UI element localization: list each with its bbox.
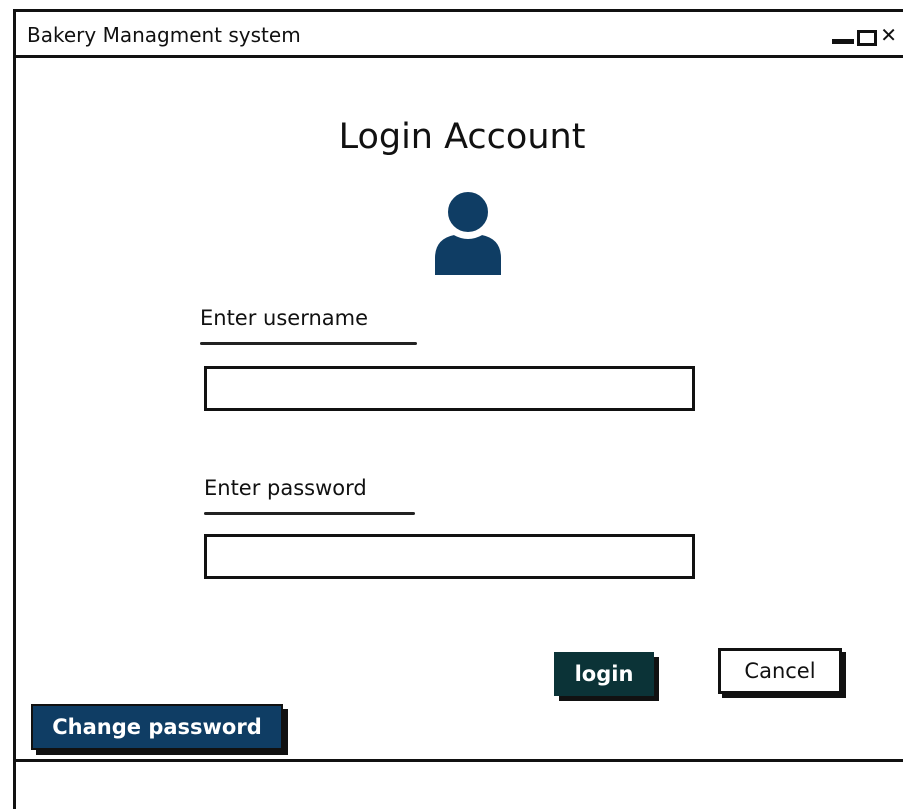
username-label: Enter username bbox=[200, 306, 369, 330]
change-password-button[interactable]: Change password bbox=[31, 704, 283, 750]
username-input[interactable] bbox=[204, 366, 695, 411]
minimize-icon[interactable] bbox=[832, 39, 855, 44]
cancel-button[interactable]: Cancel bbox=[718, 648, 842, 694]
app-window: Bakery Managment system ✕ Login Account … bbox=[13, 9, 903, 809]
title-bar: Bakery Managment system ✕ bbox=[16, 12, 903, 58]
status-bar bbox=[16, 759, 903, 762]
page-title: Login Account bbox=[338, 117, 586, 157]
close-icon[interactable]: ✕ bbox=[880, 24, 897, 46]
user-avatar-icon bbox=[433, 190, 503, 276]
login-button[interactable]: login bbox=[554, 652, 654, 696]
username-label-underline bbox=[200, 342, 417, 345]
password-label: Enter password bbox=[204, 476, 367, 500]
window-title: Bakery Managment system bbox=[27, 23, 301, 47]
window-controls: ✕ bbox=[832, 24, 897, 46]
maximize-icon[interactable] bbox=[857, 30, 878, 46]
password-input[interactable] bbox=[204, 534, 695, 579]
password-label-underline bbox=[204, 512, 415, 515]
